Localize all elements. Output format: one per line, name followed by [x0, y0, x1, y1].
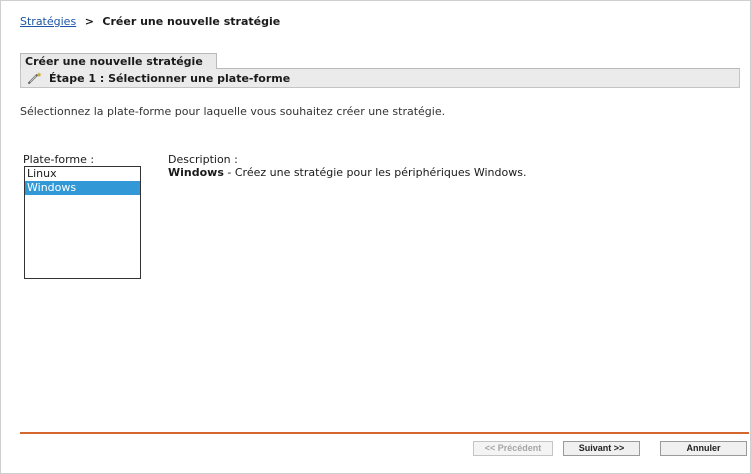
- intro-text: Sélectionnez la plate-forme pour laquell…: [20, 105, 446, 118]
- step-header: Étape 1 : Sélectionner une plate-forme: [20, 69, 740, 88]
- next-button[interactable]: Suivant >>: [563, 441, 640, 456]
- description-text: Windows - Créez une stratégie pour les p…: [168, 166, 526, 179]
- footer-divider: [20, 432, 749, 434]
- breadcrumb: Stratégies > Créer une nouvelle stratégi…: [20, 15, 280, 28]
- description-platform-name: Windows: [168, 166, 224, 179]
- breadcrumb-separator: >: [84, 15, 94, 28]
- description-label: Description :: [168, 153, 238, 166]
- description-body: - Créez une stratégie pour les périphéri…: [223, 166, 527, 179]
- platform-label: Plate-forme :: [23, 153, 95, 166]
- tab-create-strategy[interactable]: Créer une nouvelle stratégie: [20, 53, 217, 69]
- platform-option-linux[interactable]: Linux: [25, 167, 140, 181]
- platform-listbox[interactable]: Linux Windows: [24, 166, 141, 279]
- step-title: Étape 1 : Sélectionner une plate-forme: [49, 71, 291, 85]
- cancel-button[interactable]: Annuler: [660, 441, 747, 456]
- previous-button[interactable]: << Précédent: [473, 441, 553, 456]
- wand-icon: [27, 71, 43, 85]
- breadcrumb-link-strategies[interactable]: Stratégies: [20, 15, 76, 28]
- breadcrumb-current: Créer une nouvelle stratégie: [102, 15, 281, 28]
- window-frame: Stratégies > Créer une nouvelle stratégi…: [0, 0, 751, 474]
- tab-strip: Créer une nouvelle stratégie: [20, 53, 740, 69]
- platform-option-windows[interactable]: Windows: [25, 181, 140, 195]
